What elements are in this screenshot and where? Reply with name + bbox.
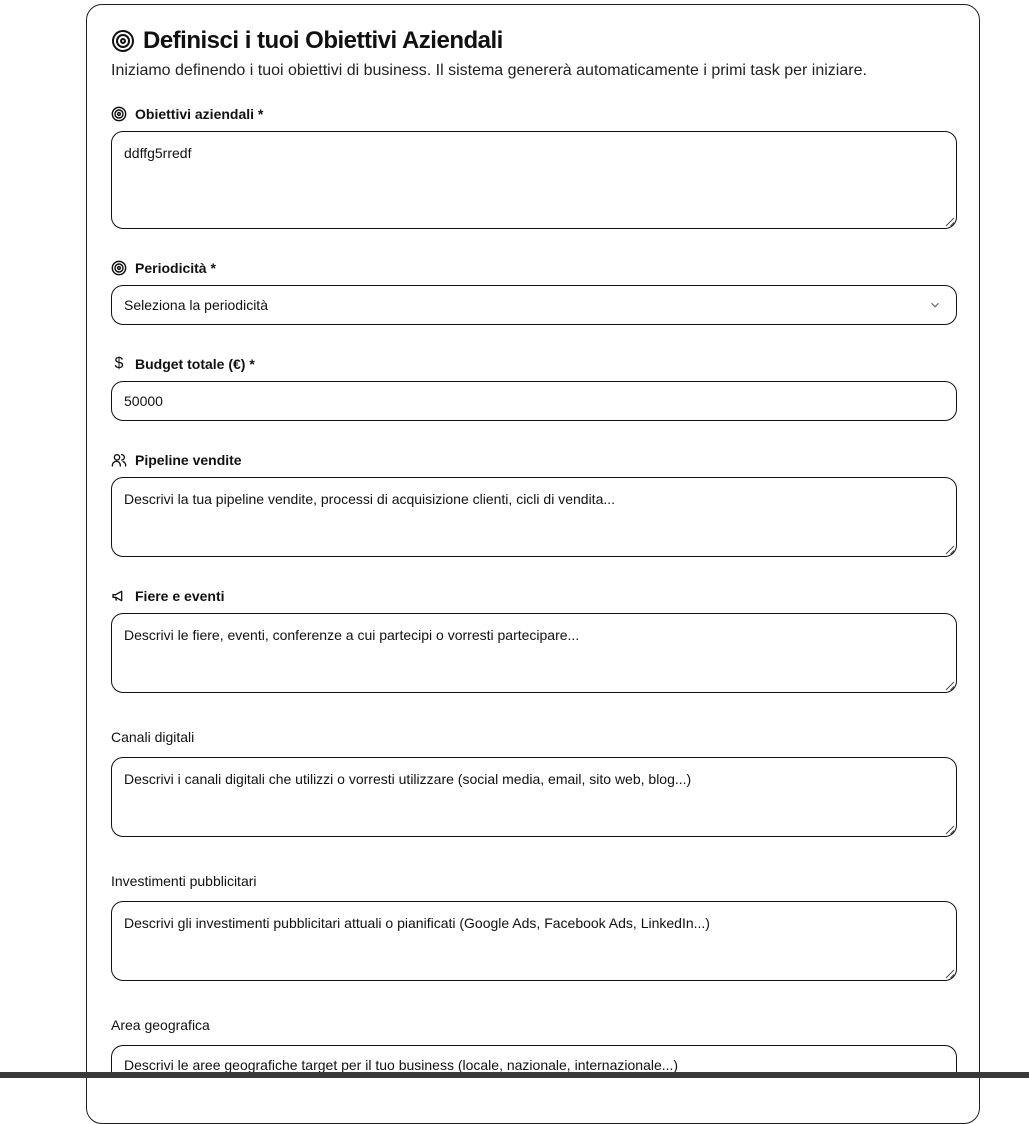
dollar-icon: $ bbox=[114, 355, 124, 372]
page-title: Definisci i tuoi Obiettivi Aziendali bbox=[143, 27, 503, 54]
investimenti-placeholder: Descrivi gli investimenti pubblicitari a… bbox=[124, 915, 710, 931]
obiettivi-textarea[interactable]: ddffg5rredf bbox=[111, 131, 957, 229]
investimenti-label: Investimenti pubblicitari bbox=[111, 873, 257, 889]
resize-handle[interactable] bbox=[946, 970, 954, 978]
canali-label: Canali digitali bbox=[111, 729, 195, 745]
budget-input[interactable]: 50000 bbox=[111, 381, 957, 421]
fiere-textarea[interactable]: Descrivi le fiere, eventi, conferenze a … bbox=[111, 613, 957, 693]
page-subtitle: Iniziamo definendo i tuoi obiettivi di b… bbox=[111, 62, 867, 79]
budget-value: 50000 bbox=[124, 393, 163, 409]
canali-placeholder: Descrivi i canali digitali che utilizzi … bbox=[124, 771, 692, 787]
periodicita-selected: Seleziona la periodicità bbox=[124, 297, 268, 313]
target-icon bbox=[111, 106, 127, 122]
fiere-label: Fiere e eventi bbox=[111, 588, 225, 604]
resize-handle[interactable] bbox=[946, 218, 954, 226]
obiettivi-value: ddffg5rredf bbox=[124, 145, 192, 161]
resize-handle[interactable] bbox=[946, 682, 954, 690]
budget-label: $ Budget totale (€) * bbox=[111, 355, 255, 373]
pipeline-placeholder: Descrivi la tua pipeline vendite, proces… bbox=[124, 491, 616, 507]
area-label: Area geografica bbox=[111, 1017, 210, 1033]
megaphone-icon bbox=[111, 588, 127, 604]
periodicita-select[interactable]: Seleziona la periodicità bbox=[111, 285, 957, 325]
periodicita-label: Periodicità * bbox=[111, 260, 216, 276]
pipeline-textarea[interactable]: Descrivi la tua pipeline vendite, proces… bbox=[111, 477, 957, 557]
fiere-placeholder: Descrivi le fiere, eventi, conferenze a … bbox=[124, 627, 580, 643]
obiettivi-label: Obiettivi aziendali * bbox=[111, 106, 263, 122]
resize-handle[interactable] bbox=[946, 546, 954, 554]
target-icon bbox=[112, 30, 134, 52]
resize-handle[interactable] bbox=[946, 826, 954, 834]
target-icon bbox=[111, 260, 127, 276]
window-bottom-edge bbox=[0, 1072, 1029, 1078]
area-textarea[interactable]: Descrivi le aree geografiche target per … bbox=[111, 1045, 957, 1073]
chevron-down-icon bbox=[931, 302, 939, 308]
investimenti-textarea[interactable]: Descrivi gli investimenti pubblicitari a… bbox=[111, 901, 957, 981]
area-placeholder: Descrivi le aree geografiche target per … bbox=[124, 1057, 679, 1073]
pipeline-label: Pipeline vendite bbox=[111, 452, 242, 468]
canali-textarea[interactable]: Descrivi i canali digitali che utilizzi … bbox=[111, 757, 957, 837]
form-header: Definisci i tuoi Obiettivi Aziendali bbox=[111, 27, 503, 55]
users-icon bbox=[111, 452, 127, 468]
